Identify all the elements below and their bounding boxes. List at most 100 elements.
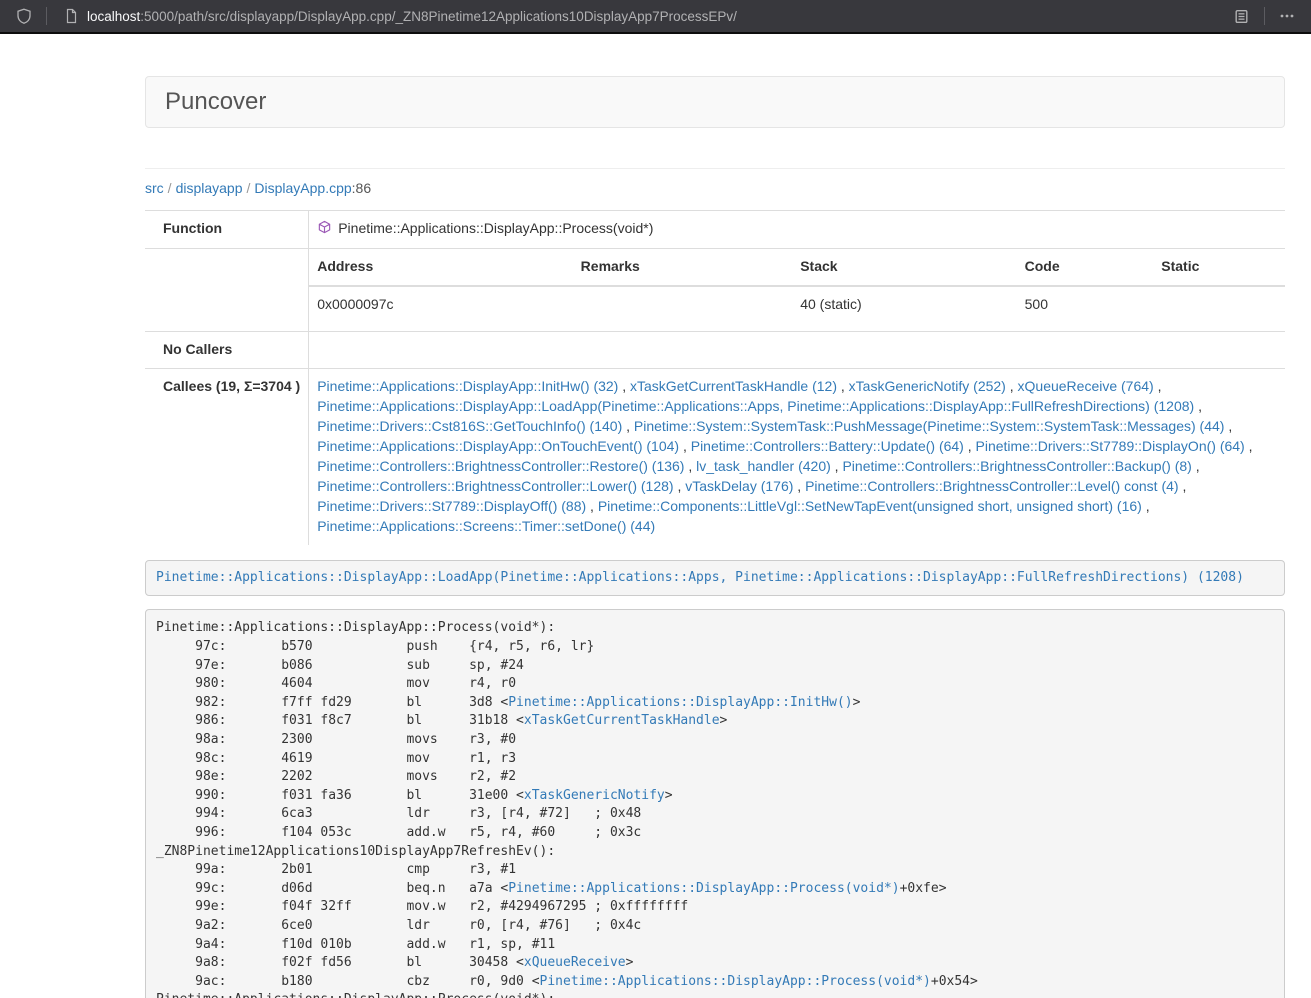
code-line: _ZN8Pinetime12Applications10DisplayApp7R… bbox=[156, 843, 1274, 862]
overflow-menu-button[interactable] bbox=[1273, 2, 1301, 30]
static-value bbox=[1153, 286, 1285, 323]
column-remarks: Remarks bbox=[573, 249, 793, 286]
callee-link[interactable]: Pinetime::Controllers::BrightnessControl… bbox=[317, 458, 684, 474]
callee-separator: , bbox=[1224, 418, 1232, 434]
app-header-panel: Puncover bbox=[145, 76, 1285, 128]
callees-label: Callees (19, Σ=3704 ) bbox=[145, 368, 309, 544]
callee-link[interactable]: Pinetime::System::SystemTask::PushMessag… bbox=[634, 418, 1225, 434]
callee-separator: , bbox=[679, 438, 691, 454]
function-row: Function Pinetime::Applications::Display… bbox=[145, 211, 1285, 249]
code-line: 9ac: b180 cbz r0, 9d0 <Pinetime::Applica… bbox=[156, 973, 1274, 992]
disassembly-code: Pinetime::Applications::DisplayApp::Proc… bbox=[145, 609, 1285, 998]
breadcrumb-link-file[interactable]: DisplayApp.cpp bbox=[254, 180, 351, 196]
details-row: Address Remarks Stack Code Static 0x0000… bbox=[145, 248, 1285, 331]
code-line: 980: 4604 mov r4, r0 bbox=[156, 675, 1274, 694]
callee-link[interactable]: Pinetime::Controllers::BrightnessControl… bbox=[317, 478, 673, 494]
callee-separator: , bbox=[618, 378, 630, 394]
callee-separator: , bbox=[622, 418, 634, 434]
callee-link[interactable]: Pinetime::Applications::DisplayApp::Init… bbox=[317, 378, 618, 394]
details-header-row: Address Remarks Stack Code Static bbox=[309, 249, 1285, 286]
code-symbol-link[interactable]: xTaskGenericNotify bbox=[524, 788, 665, 803]
code-symbol-link[interactable]: Pinetime::Applications::DisplayApp::Proc… bbox=[540, 974, 931, 989]
callee-link[interactable]: xTaskGenericNotify (252) bbox=[849, 378, 1006, 394]
code-symbol-link[interactable]: xQueueReceive bbox=[524, 955, 626, 970]
callee-separator: , bbox=[1179, 478, 1187, 494]
screen: localhost:5000/path/src/displayapp/Displ… bbox=[0, 0, 1311, 998]
more-options-icon bbox=[1279, 8, 1295, 24]
callees-list: Pinetime::Applications::DisplayApp::Init… bbox=[309, 368, 1285, 544]
callee-link[interactable]: vTaskDelay (176) bbox=[685, 478, 793, 494]
breadcrumb-separator: / bbox=[168, 180, 172, 196]
callee-separator: , bbox=[964, 438, 976, 454]
toolbar-separator bbox=[46, 7, 47, 25]
code-line: 99c: d06d beq.n a7a <Pinetime::Applicati… bbox=[156, 880, 1274, 899]
callee-link[interactable]: Pinetime::Applications::Screens::Timer::… bbox=[317, 518, 655, 534]
stack-value: 40 (static) bbox=[792, 286, 1016, 323]
reader-view-icon bbox=[1233, 8, 1250, 25]
callee-separator: , bbox=[793, 478, 805, 494]
code-line: 982: f7ff fd29 bl 3d8 <Pinetime::Applica… bbox=[156, 694, 1274, 713]
callee-separator: , bbox=[586, 498, 598, 514]
code-symbol-link[interactable]: xTaskGetCurrentTaskHandle bbox=[524, 713, 720, 728]
code-line: 98e: 2202 movs r2, #2 bbox=[156, 768, 1274, 787]
callee-separator: , bbox=[684, 458, 696, 474]
breadcrumb-line-number: :86 bbox=[352, 180, 371, 196]
reader-view-button[interactable] bbox=[1227, 2, 1256, 30]
code-line: Pinetime::Applications::DisplayApp::Proc… bbox=[156, 991, 1274, 998]
callee-link[interactable]: xTaskGetCurrentTaskHandle (12) bbox=[630, 378, 837, 394]
tracking-protection-button[interactable] bbox=[10, 2, 38, 30]
code-line: 97e: b086 sub sp, #24 bbox=[156, 657, 1274, 676]
url-text: localhost:5000/path/src/displayapp/Displ… bbox=[87, 9, 737, 24]
callee-link[interactable]: Pinetime::Controllers::BrightnessControl… bbox=[842, 458, 1191, 474]
callee-link[interactable]: Pinetime::Components::LittleVgl::SetNewT… bbox=[598, 498, 1142, 514]
details-table: Address Remarks Stack Code Static 0x0000… bbox=[309, 249, 1285, 323]
code-line: 98c: 4619 mov r1, r3 bbox=[156, 750, 1274, 769]
breadcrumb-link-src[interactable]: src bbox=[145, 180, 164, 196]
code-value: 500 bbox=[1017, 286, 1154, 323]
breadcrumb-link-displayapp[interactable]: displayapp bbox=[176, 180, 243, 196]
callee-link[interactable]: Pinetime::Controllers::Battery::Update()… bbox=[691, 438, 964, 454]
callee-separator: , bbox=[1006, 378, 1018, 394]
breadcrumb: src/displayapp/DisplayApp.cpp:86 bbox=[145, 180, 1285, 196]
callee-separator: , bbox=[1192, 458, 1200, 474]
url-host: localhost bbox=[87, 9, 140, 24]
code-line: 9a8: f02f fd56 bl 30458 <xQueueReceive> bbox=[156, 954, 1274, 973]
page-container: Puncover src/displayapp/DisplayApp.cpp:8… bbox=[145, 76, 1285, 998]
remarks-value bbox=[573, 286, 793, 323]
code-line: 98a: 2300 movs r3, #0 bbox=[156, 731, 1274, 750]
symbol-table: Function Pinetime::Applications::Display… bbox=[145, 210, 1285, 545]
function-type-icon-wrap bbox=[317, 220, 332, 241]
no-callers-label: No Callers bbox=[145, 331, 309, 368]
callee-link[interactable]: Pinetime::Drivers::St7789::DisplayOn() (… bbox=[976, 438, 1245, 454]
page-title: Puncover bbox=[165, 88, 266, 115]
details-label-empty bbox=[145, 248, 309, 331]
code-line: Pinetime::Applications::DisplayApp::Proc… bbox=[156, 619, 1274, 638]
code-line: 986: f031 f8c7 bl 31b18 <xTaskGetCurrent… bbox=[156, 712, 1274, 731]
url-path: :5000/path/src/displayapp/DisplayApp.cpp… bbox=[140, 9, 737, 24]
callee-link[interactable]: xQueueReceive (764) bbox=[1018, 378, 1154, 394]
column-address: Address bbox=[309, 249, 572, 286]
code-symbol-link[interactable]: Pinetime::Applications::DisplayApp::Init… bbox=[508, 695, 852, 710]
code-line: 994: 6ca3 ldr r3, [r4, #72] ; 0x48 bbox=[156, 805, 1274, 824]
details-values-row: 0x0000097c 40 (static) 500 bbox=[309, 286, 1285, 323]
callee-link[interactable]: Pinetime::Drivers::Cst816S::GetTouchInfo… bbox=[317, 418, 622, 434]
page-icon bbox=[63, 8, 79, 24]
highlighted-symbol-link[interactable]: Pinetime::Applications::DisplayApp::Load… bbox=[156, 570, 1244, 585]
column-stack: Stack bbox=[792, 249, 1016, 286]
callee-separator: , bbox=[1142, 498, 1150, 514]
highlighted-symbol-block: Pinetime::Applications::DisplayApp::Load… bbox=[145, 560, 1285, 597]
callee-link[interactable]: Pinetime::Applications::DisplayApp::Load… bbox=[317, 398, 1194, 414]
callee-link[interactable]: Pinetime::Controllers::BrightnessControl… bbox=[805, 478, 1178, 494]
code-line: 990: f031 fa36 bl 31e00 <xTaskGenericNot… bbox=[156, 787, 1274, 806]
url-bar[interactable]: localhost:5000/path/src/displayapp/Displ… bbox=[55, 2, 1227, 30]
callee-link[interactable]: lv_task_handler (420) bbox=[696, 458, 831, 474]
code-symbol-link[interactable]: Pinetime::Applications::DisplayApp::Proc… bbox=[508, 881, 899, 896]
divider bbox=[145, 168, 1285, 169]
shield-icon bbox=[16, 8, 32, 24]
callee-separator: , bbox=[837, 378, 849, 394]
address-value: 0x0000097c bbox=[309, 286, 572, 323]
code-line: 9a2: 6ce0 ldr r0, [r4, #76] ; 0x4c bbox=[156, 917, 1274, 936]
browser-toolbar: localhost:5000/path/src/displayapp/Displ… bbox=[0, 0, 1311, 34]
callee-link[interactable]: Pinetime::Drivers::St7789::DisplayOff() … bbox=[317, 498, 586, 514]
callee-link[interactable]: Pinetime::Applications::DisplayApp::OnTo… bbox=[317, 438, 679, 454]
